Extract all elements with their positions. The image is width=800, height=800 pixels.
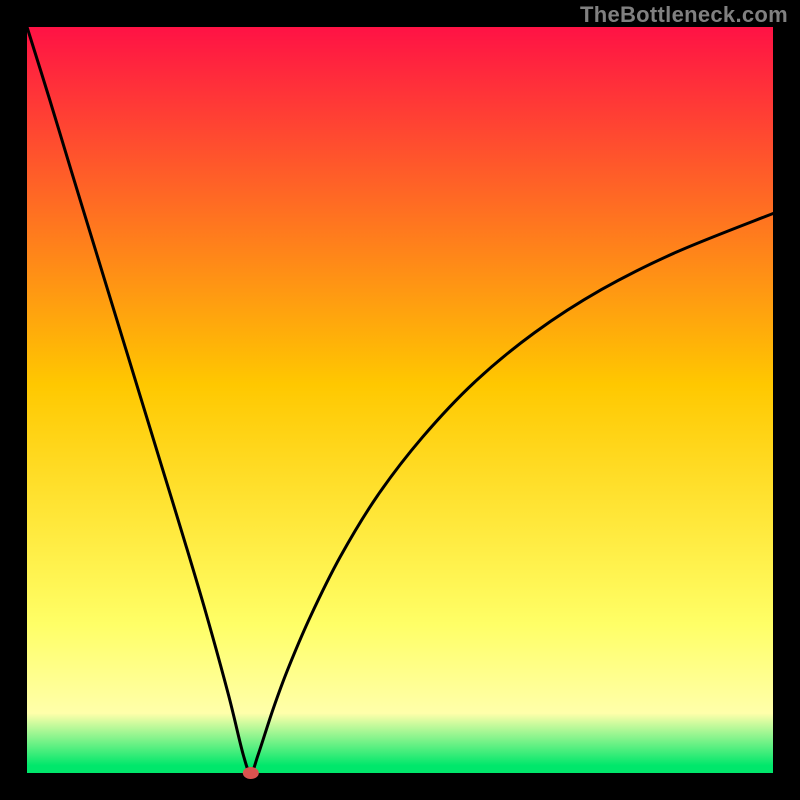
attribution-label: TheBottleneck.com	[580, 2, 788, 28]
plot-background	[27, 27, 773, 773]
chart-svg	[0, 0, 800, 800]
optimum-marker	[243, 767, 259, 779]
bottleneck-chart: TheBottleneck.com	[0, 0, 800, 800]
